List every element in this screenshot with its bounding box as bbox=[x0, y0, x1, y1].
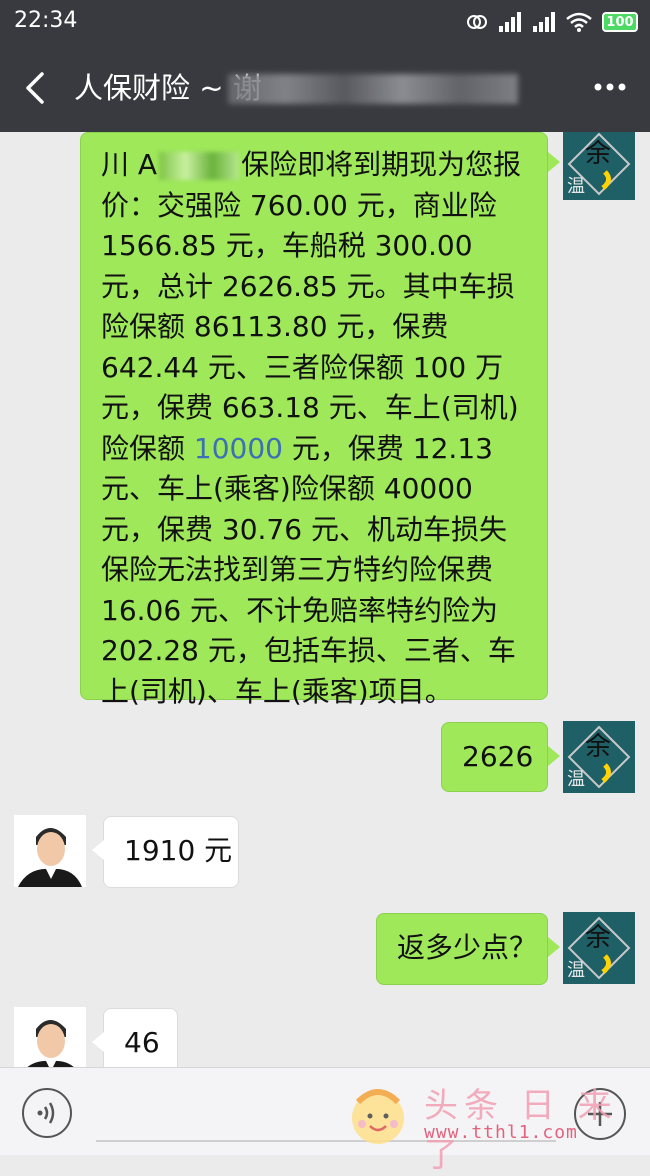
cartoon-face-icon bbox=[352, 1089, 404, 1144]
bubble-tail bbox=[548, 937, 560, 957]
bubble-tail bbox=[548, 746, 560, 766]
phone-number-link[interactable]: 10000 bbox=[194, 432, 283, 465]
status-bar: 22:34 100 bbox=[0, 0, 650, 44]
message-text-part: 保险即将到期现为您报价：交强险 760.00 元，商业险 1566.85 元，车… bbox=[101, 148, 522, 465]
avatar-contact[interactable] bbox=[14, 815, 86, 887]
avatar-glyph-1: 余 bbox=[585, 923, 611, 953]
bubble-tail bbox=[92, 1032, 104, 1052]
message-bubble-in[interactable]: 46 bbox=[103, 1008, 178, 1067]
status-time: 22:34 bbox=[14, 8, 78, 33]
more-button[interactable] bbox=[590, 72, 630, 102]
redacted-title-blur bbox=[228, 74, 518, 104]
chat-header: 人保财险 ~ 谢 bbox=[0, 44, 650, 132]
wifi-icon bbox=[566, 12, 592, 32]
chat-area[interactable]: 余 温 川 A 保险即将到期现为您报价：交强险 760.00 元，商业险 1566… bbox=[0, 132, 650, 1067]
message-prefix: 川 A bbox=[101, 148, 158, 181]
back-button[interactable] bbox=[18, 68, 58, 108]
avatar-glyph-1: 余 bbox=[585, 139, 611, 169]
message-text-part: 元，保费 12.13 元、车上(乘客)险保额 40000 元，保费 30.76 … bbox=[101, 431, 516, 708]
avatar-me[interactable]: 余 温 bbox=[563, 912, 635, 984]
avatar-me[interactable]: 余 温 bbox=[563, 721, 635, 793]
watermark-url: www.tthl1.com bbox=[424, 1122, 578, 1143]
message-text: 46 bbox=[124, 1026, 160, 1059]
message-text: 川 A 保险即将到期现为您报价：交强险 760.00 元，商业险 1566.85 … bbox=[101, 148, 521, 708]
watermark: 头条 日 来了 www.tthl1.com bbox=[340, 1076, 640, 1175]
person-avatar-icon bbox=[14, 1007, 86, 1067]
avatar-glyph-2: 温 bbox=[567, 769, 585, 790]
avatar-me[interactable]: 余 温 bbox=[563, 132, 635, 200]
redacted-plate-blur bbox=[159, 152, 240, 180]
calligraphy-avatar-icon: 余 温 bbox=[563, 912, 635, 984]
avatar-glyph-1: 余 bbox=[585, 732, 611, 762]
sync-icon bbox=[467, 15, 487, 29]
message-bubble-out[interactable]: 2626 bbox=[441, 722, 548, 792]
message-bubble-in[interactable]: 1910 元 bbox=[103, 816, 239, 888]
person-avatar-icon bbox=[14, 815, 86, 887]
voice-icon bbox=[37, 1102, 55, 1124]
chevron-left-icon bbox=[26, 72, 44, 104]
bubble-tail bbox=[92, 840, 104, 860]
input-bar: 头条 日 来了 www.tthl1.com bbox=[0, 1067, 650, 1175]
message-text: 2626 bbox=[462, 740, 534, 773]
status-icons: 100 bbox=[466, 10, 638, 34]
more-dots-icon bbox=[594, 83, 626, 91]
battery-icon: 100 bbox=[602, 12, 638, 32]
signal-icon bbox=[499, 12, 521, 32]
bubble-tail bbox=[548, 152, 560, 172]
message-text: 1910 元 bbox=[124, 834, 233, 867]
signal-icon bbox=[533, 12, 555, 32]
voice-button[interactable] bbox=[22, 1088, 72, 1138]
calligraphy-avatar-icon: 余 温 bbox=[563, 132, 635, 200]
message-bubble-out[interactable]: 返多少点？ bbox=[376, 913, 548, 985]
battery-level: 100 bbox=[606, 14, 634, 30]
avatar-contact[interactable] bbox=[14, 1007, 86, 1067]
message-text: 返多少点？ bbox=[397, 931, 538, 964]
calligraphy-avatar-icon: 余 温 bbox=[563, 721, 635, 793]
avatar-glyph-2: 温 bbox=[567, 176, 585, 197]
message-bubble-out[interactable]: 川 A 保险即将到期现为您报价：交强险 760.00 元，商业险 1566.85 … bbox=[80, 132, 548, 708]
avatar-glyph-2: 温 bbox=[567, 960, 585, 981]
